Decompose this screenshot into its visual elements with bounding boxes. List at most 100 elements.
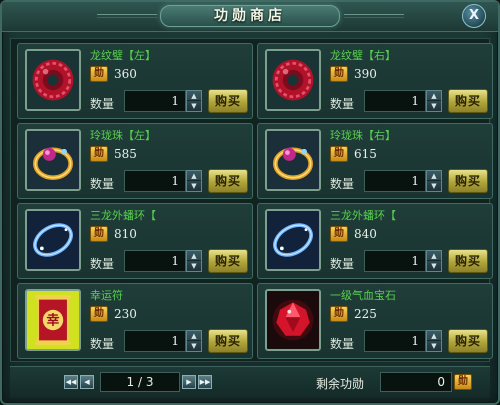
shop-item-card: 幸 幸运符 勋 230 数量 1 ▲ ▼ 购买 [17,283,253,359]
decrement-arrow-icon[interactable]: ▼ [427,181,441,191]
quantity-label: 数量 [330,97,355,111]
page-indicator: 1 / 3 [100,372,180,392]
buy-button[interactable]: 购买 [448,89,488,113]
remaining-merit-label: 剩余功勋 [316,377,365,391]
title-plate: 功勋商店 [160,5,340,27]
blue-ring-icon[interactable] [265,209,321,271]
quantity-input[interactable]: 1 [124,170,186,192]
gold-gem-ring-icon[interactable] [25,129,81,191]
item-price: 225 [354,307,377,321]
item-price: 810 [114,227,137,241]
gold-gem-ring-icon[interactable] [265,129,321,191]
shop-item-card: 龙纹璧【左】 勋 360 数量 1 ▲ ▼ 购买 [17,43,253,119]
item-name: 龙纹璧【左】 [90,49,156,62]
lucky-charm-glyph: 幸 [46,313,59,329]
quantity-stepper: ▲ ▼ [186,170,202,192]
quantity-input[interactable]: 1 [364,90,426,112]
merit-currency-icon: 勋 [330,66,348,82]
item-grid: 龙纹璧【左】 勋 360 数量 1 ▲ ▼ 购买 龙纹璧【右】 勋 390 数量… [10,38,493,362]
next-page-icon[interactable]: ▶ [182,375,196,389]
decrement-arrow-icon[interactable]: ▼ [427,101,441,111]
quantity-stepper: ▲ ▼ [186,90,202,112]
footer-bar: ◀◀ ◀ 1 / 3 ▶ ▶▶ 剩余功勋 0 勋 [10,366,490,398]
remaining-merit-value: 0 [380,372,452,392]
decrement-arrow-icon[interactable]: ▼ [427,261,441,271]
quantity-input[interactable]: 1 [364,250,426,272]
decrement-arrow-icon[interactable]: ▼ [187,341,201,351]
title-bar: 功勋商店 X [2,2,498,32]
shop-item-card: 一级气血宝石 勋 225 数量 1 ▲ ▼ 购买 [257,283,493,359]
shop-window: 功勋商店 X 龙纹璧【左】 勋 360 数量 1 ▲ ▼ 购买 龙纹璧【右】 勋… [0,0,500,405]
decrement-arrow-icon[interactable]: ▼ [187,181,201,191]
quantity-input[interactable]: 1 [364,330,426,352]
quantity-stepper: ▲ ▼ [426,170,442,192]
buy-button[interactable]: 购买 [208,89,248,113]
merit-currency-icon: 勋 [90,66,108,82]
increment-arrow-icon[interactable]: ▲ [187,251,201,261]
prev-page-icon[interactable]: ◀ [80,375,94,389]
quantity-label: 数量 [330,337,355,351]
item-price: 615 [354,147,377,161]
decrement-arrow-icon[interactable]: ▼ [187,261,201,271]
increment-arrow-icon[interactable]: ▲ [187,331,201,341]
increment-arrow-icon[interactable]: ▲ [427,331,441,341]
item-price: 360 [114,67,137,81]
buy-button[interactable]: 购买 [448,169,488,193]
quantity-input[interactable]: 1 [124,250,186,272]
quantity-label: 数量 [90,177,115,191]
merit-currency-icon: 勋 [330,146,348,162]
shop-item-card: 三龙外蟠环【 勋 810 数量 1 ▲ ▼ 购买 [17,203,253,279]
shop-item-card: 玲珑珠【左】 勋 585 数量 1 ▲ ▼ 购买 [17,123,253,199]
quantity-stepper: ▲ ▼ [186,330,202,352]
buy-button[interactable]: 购买 [208,329,248,353]
quantity-stepper: ▲ ▼ [426,90,442,112]
increment-arrow-icon[interactable]: ▲ [187,91,201,101]
item-name: 玲珑珠【左】 [90,129,156,142]
increment-arrow-icon[interactable]: ▲ [427,251,441,261]
first-page-icon[interactable]: ◀◀ [64,375,78,389]
red-jade-disc-icon[interactable] [265,49,321,111]
quantity-label: 数量 [330,257,355,271]
decrement-arrow-icon[interactable]: ▼ [427,341,441,351]
shop-item-card: 龙纹璧【右】 勋 390 数量 1 ▲ ▼ 购买 [257,43,493,119]
lucky-charm-scroll-icon[interactable]: 幸 [25,289,81,351]
buy-button[interactable]: 购买 [448,329,488,353]
buy-button[interactable]: 购买 [448,249,488,273]
quantity-label: 数量 [330,177,355,191]
red-gemstone-icon[interactable] [265,289,321,351]
merit-currency-icon: 勋 [454,374,472,390]
item-name: 龙纹璧【右】 [330,49,396,62]
quantity-input[interactable]: 1 [124,330,186,352]
quantity-stepper: ▲ ▼ [426,330,442,352]
close-button[interactable]: X [462,4,486,28]
increment-arrow-icon[interactable]: ▲ [187,171,201,181]
item-price: 585 [114,147,137,161]
merit-currency-icon: 勋 [90,146,108,162]
item-name: 幸运符 [90,289,123,302]
item-name: 三龙外蟠环【 [90,209,156,222]
increment-arrow-icon[interactable]: ▲ [427,91,441,101]
quantity-stepper: ▲ ▼ [426,250,442,272]
decrement-arrow-icon[interactable]: ▼ [187,101,201,111]
quantity-label: 数量 [90,337,115,351]
item-name: 玲珑珠【右】 [330,129,396,142]
merit-currency-icon: 勋 [90,226,108,242]
last-page-icon[interactable]: ▶▶ [198,375,212,389]
buy-button[interactable]: 购买 [208,249,248,273]
red-jade-disc-icon[interactable] [25,49,81,111]
title-ornament-left [97,14,157,18]
item-price: 840 [354,227,377,241]
item-price: 230 [114,307,137,321]
merit-currency-icon: 勋 [90,306,108,322]
shop-item-card: 三龙外蟠环【 勋 840 数量 1 ▲ ▼ 购买 [257,203,493,279]
quantity-input[interactable]: 1 [124,90,186,112]
quantity-label: 数量 [90,97,115,111]
buy-button[interactable]: 购买 [208,169,248,193]
blue-ring-icon[interactable] [25,209,81,271]
quantity-input[interactable]: 1 [364,170,426,192]
increment-arrow-icon[interactable]: ▲ [427,171,441,181]
shop-item-card: 玲珑珠【右】 勋 615 数量 1 ▲ ▼ 购买 [257,123,493,199]
quantity-label: 数量 [90,257,115,271]
item-name: 一级气血宝石 [330,289,396,302]
item-price: 390 [354,67,377,81]
